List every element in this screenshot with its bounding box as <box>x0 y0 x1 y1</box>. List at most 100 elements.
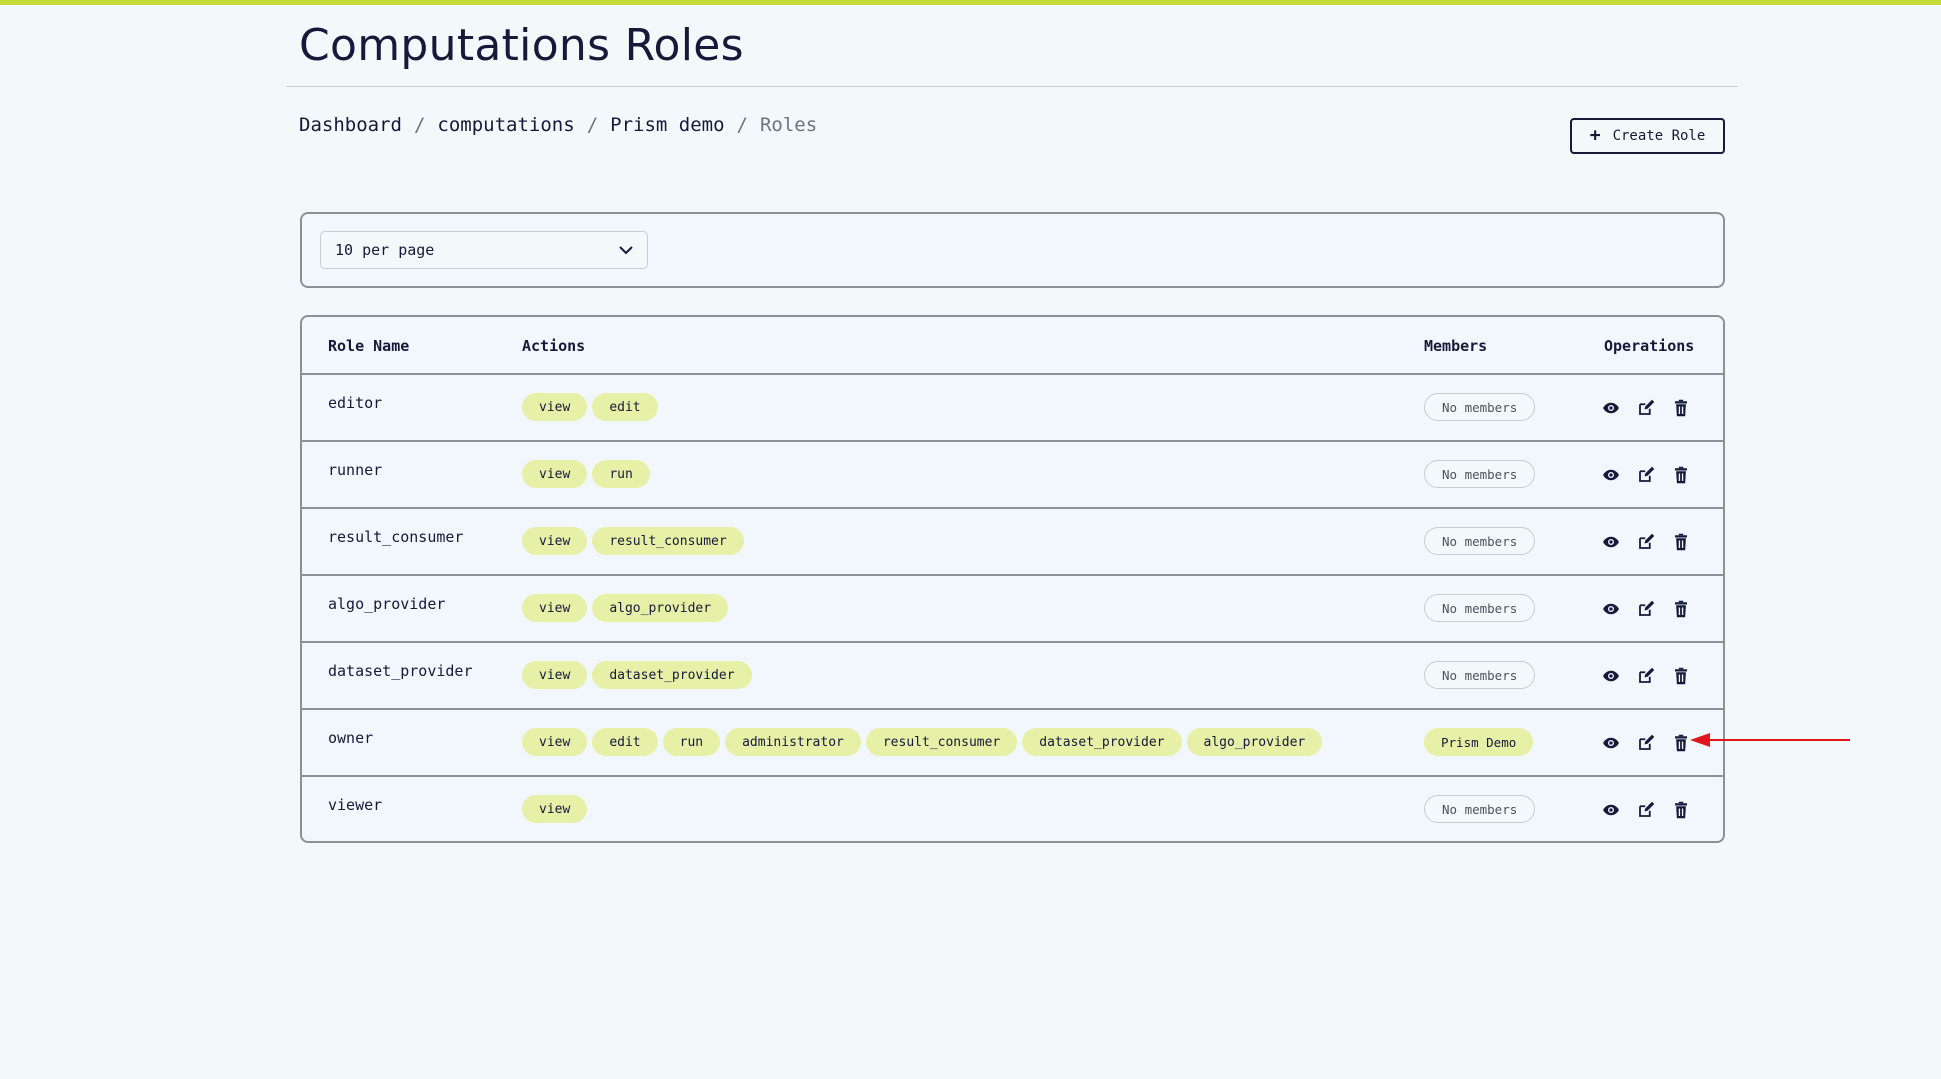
members-badge: No members <box>1424 594 1536 622</box>
action-badge: view <box>522 460 588 488</box>
chevron-down-icon <box>619 246 633 255</box>
trash-icon <box>1672 801 1690 819</box>
delete-role-button[interactable] <box>1671 800 1691 820</box>
eye-icon <box>1602 399 1620 417</box>
edit-role-button[interactable] <box>1636 733 1656 753</box>
breadcrumb-separator: / <box>586 114 599 136</box>
role-actions: view <box>522 795 588 823</box>
delete-role-button[interactable] <box>1671 666 1691 686</box>
roles-table: Role Name Actions Members Operations edi… <box>300 315 1725 843</box>
view-role-button[interactable] <box>1601 599 1621 619</box>
edit-icon <box>1637 734 1655 752</box>
role-actions: view edit run administrator result_consumer d… <box>522 728 1323 756</box>
header-operations: Operations <box>1604 337 1695 355</box>
role-actions: view algo_provider <box>522 594 729 622</box>
page-title: Computations Roles <box>299 20 744 71</box>
breadcrumb-dashboard[interactable]: Dashboard <box>299 114 402 136</box>
title-divider <box>286 86 1738 87</box>
view-role-button[interactable] <box>1601 398 1621 418</box>
trash-icon <box>1672 667 1690 685</box>
delete-role-button[interactable] <box>1671 599 1691 619</box>
role-members: No members <box>1424 795 1536 823</box>
delete-role-button[interactable] <box>1671 733 1691 753</box>
eye-icon <box>1602 600 1620 618</box>
edit-icon <box>1637 399 1655 417</box>
action-badge: dataset_provider <box>1022 728 1182 756</box>
row-operations <box>1601 398 1691 418</box>
table-row: owner view edit run administrator result_cons… <box>302 710 1723 777</box>
row-operations <box>1601 465 1691 485</box>
header-actions: Actions <box>522 337 586 355</box>
header-members: Members <box>1424 337 1488 355</box>
role-actions: view run <box>522 460 650 488</box>
edit-role-button[interactable] <box>1636 800 1656 820</box>
action-badge: edit <box>592 393 658 421</box>
members-badge: No members <box>1424 460 1536 488</box>
action-badge: algo_provider <box>1186 728 1323 756</box>
action-badge: algo_provider <box>592 594 729 622</box>
header-role-name: Role Name <box>328 337 410 355</box>
action-badge: dataset_provider <box>592 661 752 689</box>
action-badge: run <box>662 728 721 756</box>
role-name: runner <box>328 461 383 479</box>
create-role-button[interactable]: + Create Role <box>1570 118 1725 154</box>
delete-role-button[interactable] <box>1671 465 1691 485</box>
members-badge: No members <box>1424 661 1536 689</box>
plus-icon: + <box>1589 125 1601 146</box>
members-badge: No members <box>1424 393 1536 421</box>
role-name: result_consumer <box>328 528 464 546</box>
table-row: result_consumer view result_consumer No mem… <box>302 509 1723 576</box>
top-accent-bar <box>0 0 1941 5</box>
edit-icon <box>1637 466 1655 484</box>
role-name: editor <box>328 394 383 412</box>
view-role-button[interactable] <box>1601 666 1621 686</box>
action-badge: administrator <box>725 728 861 756</box>
action-badge: view <box>522 594 588 622</box>
view-role-button[interactable] <box>1601 465 1621 485</box>
trash-icon <box>1672 533 1690 551</box>
eye-icon <box>1602 734 1620 752</box>
breadcrumb-computations[interactable]: computations <box>437 114 574 136</box>
red-arrow-annotation <box>1690 733 1850 747</box>
delete-role-button[interactable] <box>1671 532 1691 552</box>
edit-role-button[interactable] <box>1636 398 1656 418</box>
view-role-button[interactable] <box>1601 733 1621 753</box>
table-row: viewer view No members <box>302 777 1723 841</box>
create-role-label: Create Role <box>1612 128 1706 144</box>
role-name: owner <box>328 729 374 747</box>
table-row: algo_provider view algo_provider No members <box>302 576 1723 643</box>
edit-role-button[interactable] <box>1636 599 1656 619</box>
table-row: dataset_provider view dataset_provider No m… <box>302 643 1723 710</box>
action-badge: view <box>522 728 588 756</box>
role-members: No members <box>1424 594 1536 622</box>
edit-role-button[interactable] <box>1636 666 1656 686</box>
view-role-button[interactable] <box>1601 800 1621 820</box>
edit-role-button[interactable] <box>1636 465 1656 485</box>
action-badge: result_consumer <box>592 527 744 555</box>
trash-icon <box>1672 600 1690 618</box>
action-badge: view <box>522 393 588 421</box>
members-badge: No members <box>1424 527 1536 555</box>
action-badge: view <box>522 795 588 823</box>
role-actions: view edit <box>522 393 658 421</box>
members-badge: No members <box>1424 795 1536 823</box>
role-members: No members <box>1424 527 1536 555</box>
role-name: dataset_provider <box>328 662 473 680</box>
delete-role-button[interactable] <box>1671 398 1691 418</box>
row-operations <box>1601 599 1691 619</box>
action-badge: view <box>522 527 588 555</box>
role-actions: view dataset_provider <box>522 661 752 689</box>
row-operations <box>1601 800 1691 820</box>
eye-icon <box>1602 466 1620 484</box>
breadcrumb-roles: Roles <box>759 114 818 136</box>
row-operations <box>1601 733 1691 753</box>
edit-role-button[interactable] <box>1636 532 1656 552</box>
per-page-select[interactable]: 10 per page <box>320 231 648 269</box>
breadcrumb-prism-demo[interactable]: Prism demo <box>610 114 724 136</box>
role-members: Prism Demo <box>1424 728 1534 756</box>
view-role-button[interactable] <box>1601 532 1621 552</box>
trash-icon <box>1672 466 1690 484</box>
action-badge: result_consumer <box>865 728 1018 756</box>
breadcrumb-separator: / <box>736 114 748 136</box>
members-badge: Prism Demo <box>1424 728 1534 756</box>
